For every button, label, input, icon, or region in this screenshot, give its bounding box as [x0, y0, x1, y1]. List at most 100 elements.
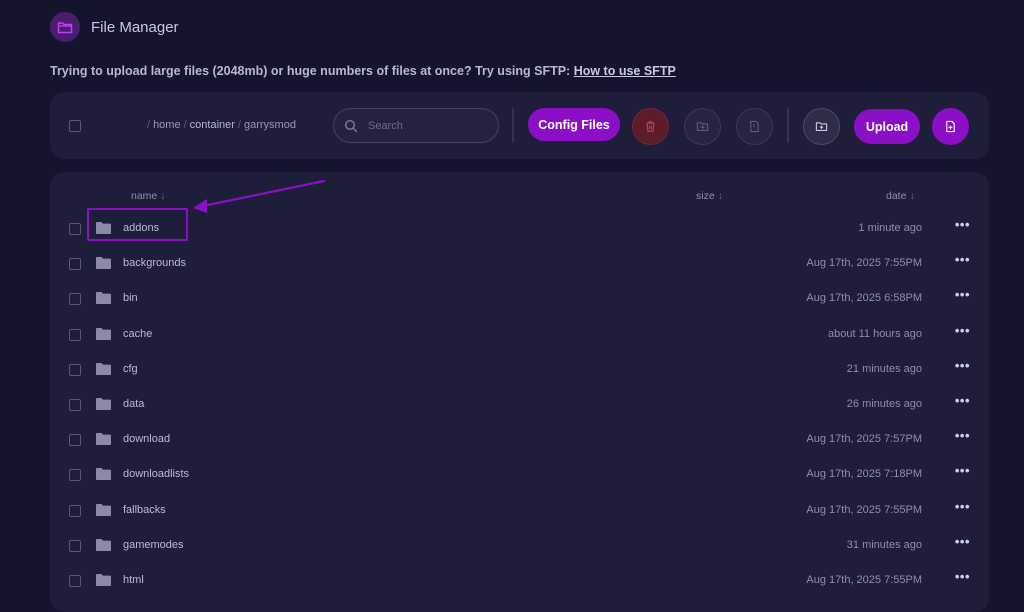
config-files-button[interactable]: Config Files — [528, 108, 620, 141]
breadcrumb-separator: / — [183, 119, 187, 131]
file-date: 21 minutes ago — [846, 362, 922, 375]
file-row[interactable]: download Aug 17th, 2025 7:57PM ••• — [50, 420, 989, 455]
app-header: File Manager — [50, 12, 179, 42]
file-name[interactable]: download — [123, 433, 170, 445]
file-row[interactable]: data 26 minutes ago ••• — [50, 385, 989, 420]
column-size-label: size — [696, 190, 715, 202]
file-date: 1 minute ago — [858, 222, 922, 234]
select-all-checkbox[interactable] — [69, 120, 81, 132]
folder-icon — [96, 503, 111, 516]
archive-button[interactable] — [736, 108, 773, 145]
row-checkbox[interactable] — [69, 504, 81, 517]
file-row[interactable]: cache about 11 hours ago ••• — [50, 315, 989, 350]
breadcrumb-current: garrysmod — [243, 119, 296, 131]
file-row[interactable]: html Aug 17th, 2025 7:55PM ••• — [50, 561, 989, 596]
row-checkbox[interactable] — [69, 223, 81, 235]
folder-plus-icon — [815, 122, 828, 131]
file-date: 31 minutes ago — [846, 538, 922, 551]
new-folder-button[interactable] — [803, 108, 840, 145]
folder-icon — [96, 468, 111, 481]
file-name[interactable]: cache — [123, 328, 152, 340]
file-date: Aug 17th, 2025 7:18PM — [806, 468, 922, 481]
file-name[interactable]: backgrounds — [123, 257, 186, 269]
column-name-label: name — [131, 190, 158, 202]
page-title: File Manager — [91, 18, 179, 36]
file-name[interactable]: fallbacks — [123, 504, 166, 516]
file-date: about 11 hours ago — [828, 327, 922, 340]
row-menu-button[interactable]: ••• — [955, 358, 970, 373]
upload-button[interactable]: Upload — [854, 109, 920, 144]
folder-icon — [96, 398, 111, 410]
row-menu-button[interactable]: ••• — [955, 218, 970, 232]
file-name[interactable]: cfg — [123, 363, 138, 375]
row-menu-button[interactable]: ••• — [955, 499, 970, 514]
toolbar-divider — [787, 108, 789, 143]
folder-icon — [96, 362, 111, 375]
row-menu-button[interactable]: ••• — [955, 570, 970, 584]
folder-move-icon — [696, 122, 709, 131]
file-date: 26 minutes ago — [846, 398, 922, 410]
row-menu-button[interactable]: ••• — [955, 394, 970, 408]
row-checkbox[interactable] — [69, 258, 81, 271]
delete-button[interactable] — [632, 108, 669, 145]
row-menu-button[interactable]: ••• — [955, 288, 970, 302]
row-checkbox[interactable] — [69, 293, 81, 306]
folder-icon — [96, 327, 111, 340]
row-checkbox[interactable] — [69, 328, 81, 341]
file-row[interactable]: addons 1 minute ago ••• — [50, 209, 989, 244]
file-date: Aug 17th, 2025 7:55PM — [806, 503, 922, 516]
file-row[interactable]: fallbacks Aug 17th, 2025 7:55PM ••• — [50, 491, 989, 526]
search-input[interactable] — [366, 118, 490, 133]
sftp-notice: Trying to upload large files (2048mb) or… — [50, 64, 676, 78]
file-row[interactable]: bin Aug 17th, 2025 6:58PM ••• — [50, 279, 989, 314]
search-box — [333, 108, 499, 143]
file-name[interactable]: bin — [123, 292, 138, 304]
breadcrumb-separator: / — [147, 119, 151, 131]
row-checkbox[interactable] — [69, 399, 81, 411]
file-row[interactable]: cfg 21 minutes ago ••• — [50, 350, 989, 385]
new-file-button[interactable] — [932, 108, 969, 145]
file-name[interactable]: downloadlists — [123, 468, 189, 480]
file-row[interactable]: gamemodes 31 minutes ago ••• — [50, 526, 989, 561]
toolbar-divider — [512, 108, 514, 143]
folder-icon — [96, 538, 111, 551]
column-date-label: date — [886, 190, 907, 202]
row-checkbox[interactable] — [69, 363, 81, 376]
breadcrumb-container[interactable]: container — [190, 119, 235, 131]
row-menu-button[interactable]: ••• — [955, 464, 970, 478]
file-date: Aug 17th, 2025 7:57PM — [806, 433, 922, 446]
column-size-header[interactable]: size ↓ — [696, 190, 723, 202]
file-plus-icon — [946, 120, 955, 133]
folder-icon — [96, 292, 111, 305]
notice-text: Trying to upload large files (2048mb) or… — [50, 64, 574, 78]
file-row[interactable]: backgrounds Aug 17th, 2025 7:55PM ••• — [50, 244, 989, 279]
file-row[interactable]: downloadlists Aug 17th, 2025 7:18PM ••• — [50, 455, 989, 490]
row-checkbox[interactable] — [69, 575, 81, 587]
row-menu-button[interactable]: ••• — [955, 534, 970, 549]
breadcrumb: / home / container / garrysmod — [144, 119, 296, 131]
file-name[interactable]: gamemodes — [123, 539, 184, 551]
sftp-help-link[interactable]: How to use SFTP — [574, 64, 676, 78]
row-checkbox[interactable] — [69, 469, 81, 482]
file-date: Aug 17th, 2025 6:58PM — [806, 292, 922, 305]
row-menu-button[interactable]: ••• — [955, 429, 970, 443]
file-zip-icon — [750, 120, 759, 133]
sort-arrow-icon: ↓ — [717, 190, 723, 202]
addons-highlight-box — [87, 208, 188, 241]
folder-icon — [96, 257, 111, 270]
file-list: name ↓ size ↓ date ↓ addons 1 minute ago ••• b… — [50, 172, 989, 612]
file-name[interactable]: data — [123, 398, 144, 410]
move-button[interactable] — [684, 108, 721, 145]
trash-icon — [646, 121, 655, 132]
breadcrumb-separator: / — [237, 119, 241, 131]
column-name-header[interactable]: name ↓ — [131, 190, 166, 202]
file-name[interactable]: html — [123, 574, 144, 586]
row-checkbox[interactable] — [69, 539, 81, 552]
column-date-header[interactable]: date ↓ — [886, 190, 915, 202]
breadcrumb-home[interactable]: home — [153, 119, 181, 131]
file-date: Aug 17th, 2025 7:55PM — [806, 257, 922, 270]
file-date: Aug 17th, 2025 7:55PM — [806, 574, 922, 586]
row-checkbox[interactable] — [69, 434, 81, 447]
row-menu-button[interactable]: ••• — [955, 253, 970, 267]
row-menu-button[interactable]: ••• — [955, 323, 970, 338]
